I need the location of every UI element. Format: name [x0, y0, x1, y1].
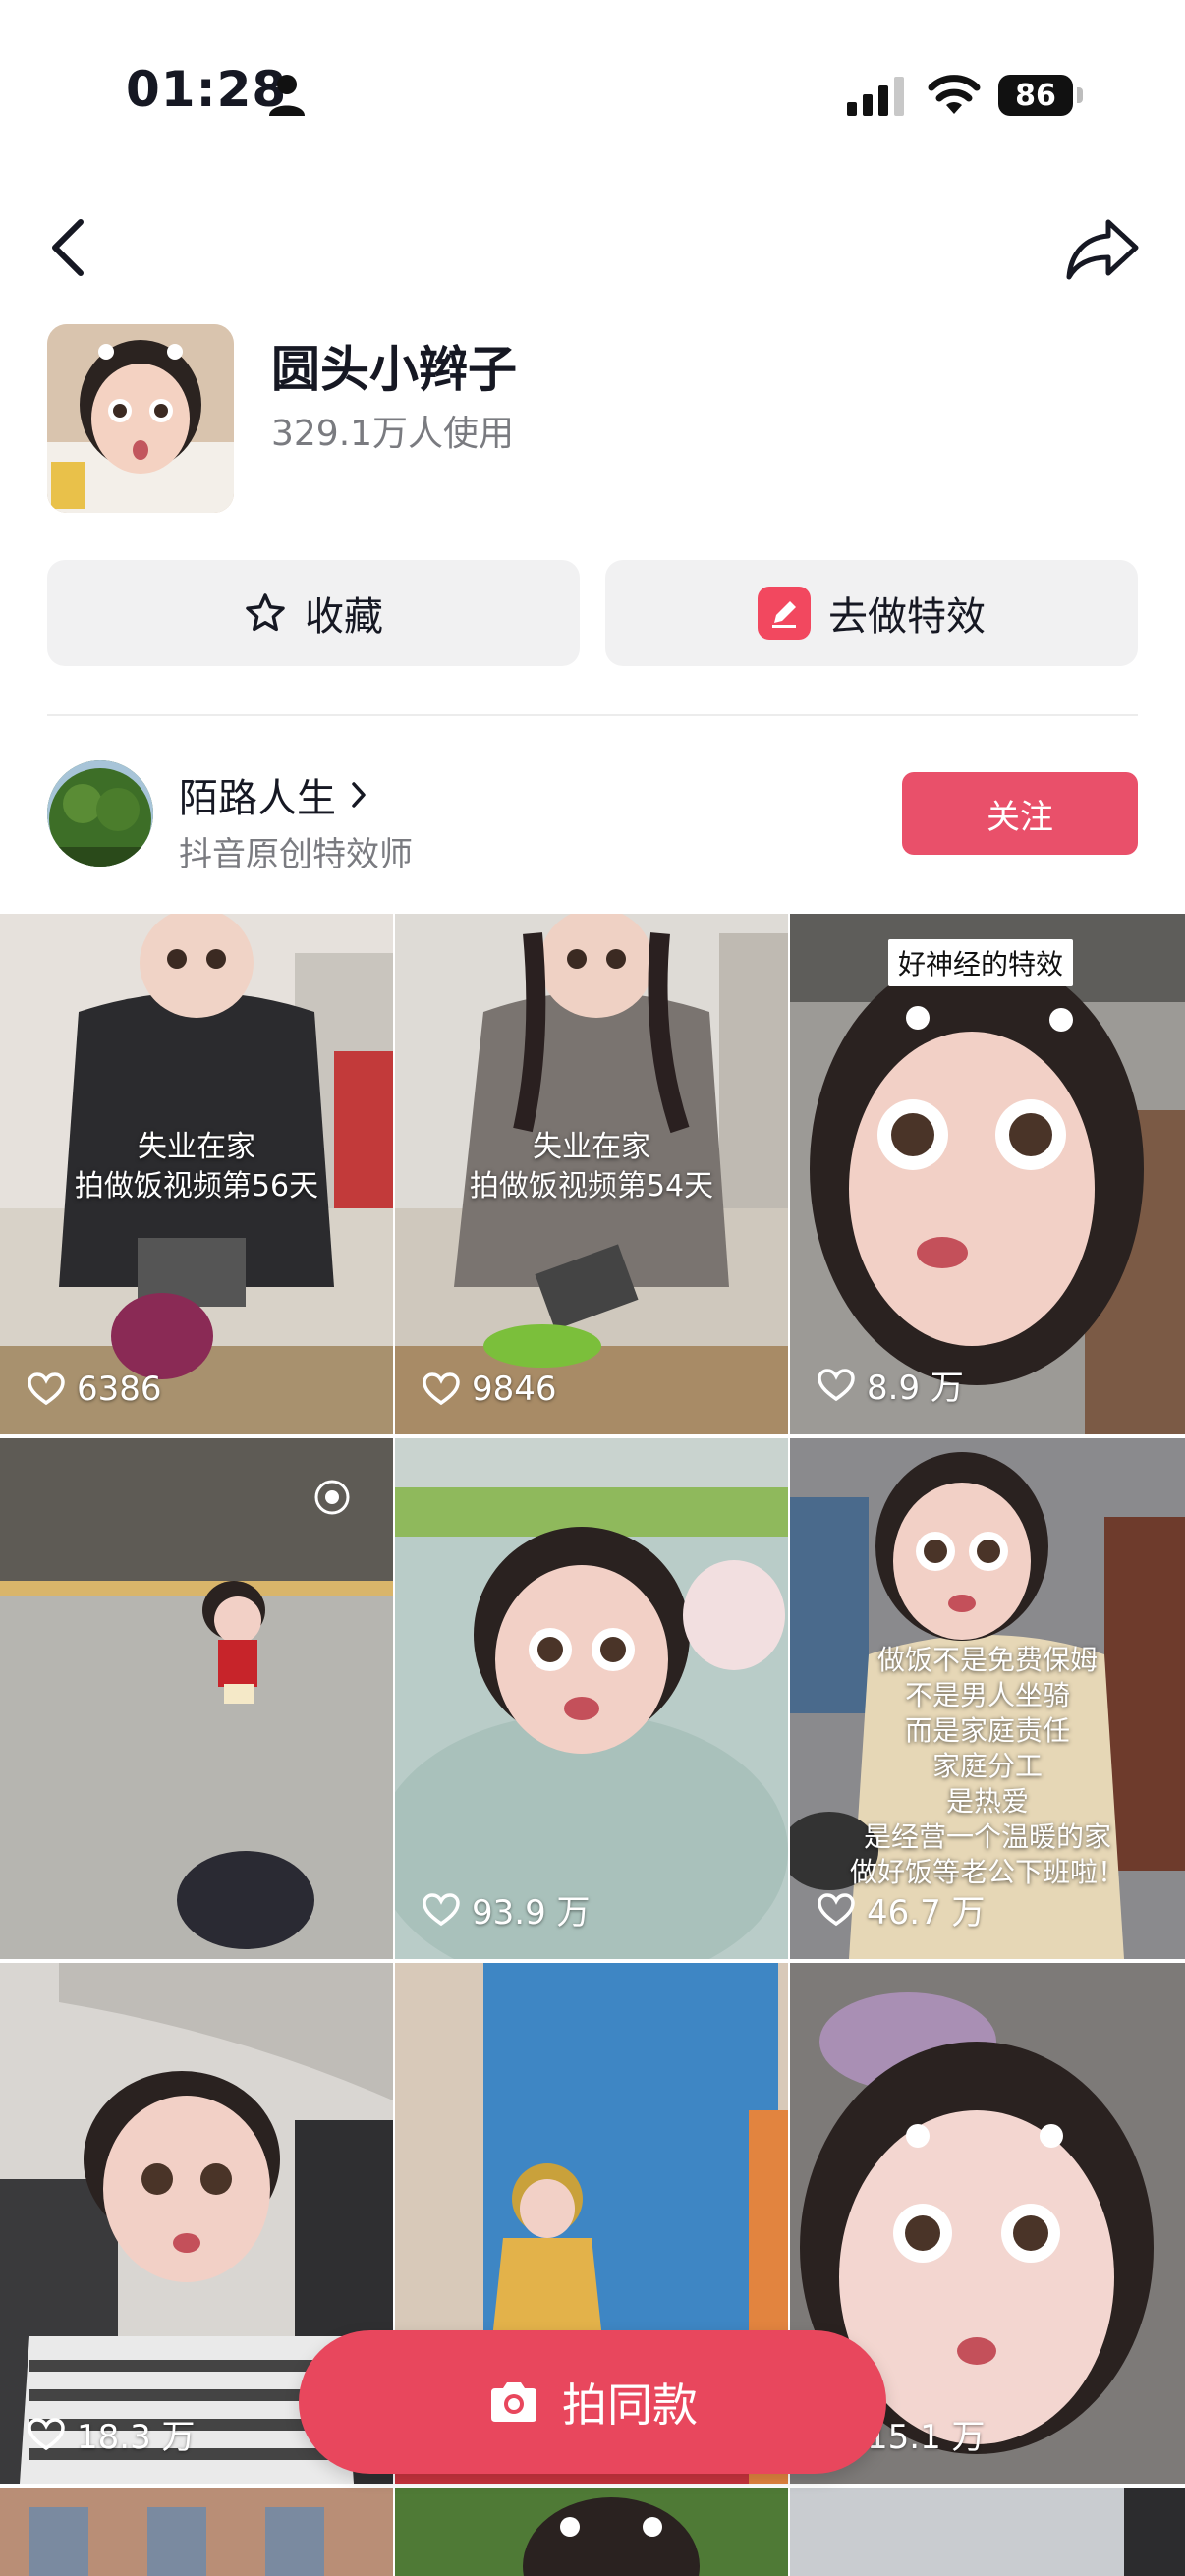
video-tile[interactable] — [0, 2488, 393, 2576]
video-thumbnail — [395, 2488, 788, 2576]
video-caption-line: 而是家庭责任 — [904, 1714, 1070, 1747]
wifi-icon — [928, 75, 981, 114]
video-caption-line: 拍做饭视频第56天 — [74, 1169, 319, 1204]
like-count: 93.9 万 — [423, 1885, 591, 1933]
creator-name-link[interactable]: 陌路人生 — [179, 766, 373, 823]
like-count-value: 93.9 万 — [472, 1893, 591, 1932]
make-effect-button[interactable]: 去做特效 — [605, 560, 1138, 666]
back-icon[interactable] — [43, 214, 94, 281]
person-icon — [269, 75, 305, 116]
video-tile[interactable] — [0, 1438, 393, 1959]
video-tile[interactable]: 好神经的特效 8.9 万 — [790, 914, 1185, 1434]
like-count: 18.3 万 — [28, 2410, 196, 2458]
edit-pencil-icon — [758, 587, 811, 640]
collect-button[interactable]: 收藏 — [47, 560, 580, 666]
video-tile[interactable]: 做饭不是免费保姆 不是男人坐骑 而是家庭责任 家庭分工 是热爱 是经营一个温暖的… — [790, 1438, 1185, 1959]
heart-icon — [28, 2417, 65, 2450]
camera-switch-icon — [314, 1480, 350, 1515]
video-tile[interactable]: 93.9 万 — [395, 1438, 788, 1959]
like-count: 6386 — [28, 1370, 162, 1409]
star-icon — [244, 591, 287, 635]
video-caption-line: 家庭分工 — [931, 1750, 1043, 1782]
effect-title: 圆头小辫子 — [271, 341, 517, 398]
heart-icon — [423, 1372, 460, 1406]
heart-icon — [28, 1372, 65, 1406]
battery-level: 86 — [998, 75, 1073, 116]
video-thumbnail — [790, 2488, 1185, 2576]
like-count: 9846 — [423, 1370, 557, 1409]
heart-icon — [423, 1892, 460, 1926]
make-effect-label: 去做特效 — [828, 594, 986, 640]
video-grid: 失业在家 拍做饭视频第56天 6386 失业在家 拍做饭视频第54天 9846 … — [0, 914, 1185, 2576]
video-tile[interactable]: 失业在家 拍做饭视频第54天 9846 — [395, 914, 788, 1434]
video-thumbnail — [790, 914, 1185, 1434]
signal-icon — [847, 77, 904, 116]
like-count: 46.7 万 — [818, 1885, 986, 1933]
battery-tip — [1077, 87, 1083, 103]
video-caption-line: 失业在家 — [533, 1130, 650, 1164]
status-bar: 01:28 86 — [0, 0, 1185, 187]
shoot-same-label: 拍同款 — [562, 2379, 698, 2432]
heart-icon — [818, 1368, 855, 1401]
camera-icon — [487, 2379, 540, 2426]
shoot-same-button[interactable]: 拍同款 — [299, 2330, 886, 2474]
video-caption-line: 失业在家 — [138, 1130, 255, 1164]
effect-usage-count: 329.1万人使用 — [271, 414, 515, 454]
share-icon[interactable] — [1063, 214, 1142, 283]
video-caption-line: 拍做饭视频第54天 — [469, 1169, 714, 1204]
creator-avatar[interactable] — [47, 760, 153, 867]
video-tile[interactable] — [395, 2488, 788, 2576]
effect-thumbnail — [47, 324, 234, 513]
follow-button[interactable]: 关注 — [902, 772, 1138, 855]
clock: 01:28 — [126, 61, 288, 118]
chevron-right-icon — [352, 782, 366, 808]
like-count-value: 8.9 万 — [867, 1369, 964, 1408]
video-caption-line: 做饭不是免费保姆 — [876, 1644, 1098, 1676]
creator-role: 抖音原创特效师 — [179, 835, 413, 874]
video-thumbnail — [395, 1438, 788, 1959]
like-count-value: 6386 — [77, 1370, 162, 1409]
video-caption-line: 是热爱 — [945, 1785, 1029, 1818]
like-count: 8.9 万 — [818, 1361, 964, 1409]
heart-icon — [818, 1892, 855, 1926]
like-count-value: 46.7 万 — [867, 1893, 986, 1932]
divider — [47, 714, 1138, 716]
like-count-value: 18.3 万 — [77, 2418, 196, 2457]
collect-label: 收藏 — [305, 594, 383, 640]
like-count-value: 9846 — [472, 1370, 557, 1409]
battery-indicator: 86 — [998, 75, 1083, 116]
video-tile[interactable] — [790, 2488, 1185, 2576]
creator-name: 陌路人生 — [179, 776, 336, 821]
video-thumbnail — [0, 2488, 393, 2576]
video-caption-line: 是经营一个温暖的家 — [863, 1820, 1111, 1853]
video-tile[interactable]: 失业在家 拍做饭视频第56天 6386 — [0, 914, 393, 1434]
video-caption-line: 不是男人坐骑 — [904, 1679, 1070, 1711]
video-tag: 好神经的特效 — [888, 939, 1074, 986]
